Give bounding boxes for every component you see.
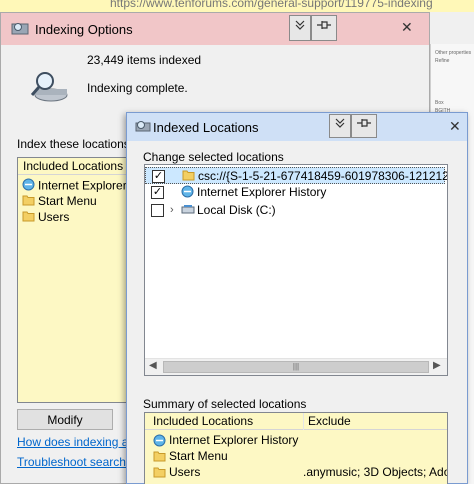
list-item[interactable]: Users [22,210,69,225]
pin-button[interactable] [311,15,337,41]
indexing-drive-icon [29,71,69,106]
list-item-label: Users [38,210,70,225]
column-header[interactable]: Exclude [303,413,351,430]
list-item-label: Start Menu [38,194,97,209]
scroll-right-icon[interactable]: ▶ [433,360,441,371]
change-locations-label: Change selected locations [143,150,284,164]
chevron-down-icon [335,118,345,128]
summary-exclude: .anymusic; 3D Objects; Adobe... [303,465,447,479]
tree-item-label: csc://{S-1-5-21-677418459-601978306-1212… [198,169,448,183]
indexed-locations-titlebar[interactable]: Indexed Locations ✕ [127,113,467,141]
tree-item[interactable]: ✓ csc://{S-1-5-21-677418459-601978306-12… [145,167,448,184]
list-item[interactable]: Start Menu [22,194,97,209]
summary-header: Included Locations Exclude [145,413,447,430]
ie-icon [22,178,35,195]
summary-location: Users [169,465,201,479]
close-icon[interactable]: ✕ [449,118,461,135]
folder-icon [22,210,35,226]
scroll-left-icon[interactable]: ◀ [149,360,157,371]
list-item[interactable]: Internet Explorer History [22,178,128,195]
modify-button[interactable]: Modify [17,409,113,430]
tree-item[interactable]: ✓ Internet Explorer History [145,184,445,201]
search-settings-icon [135,119,151,136]
summary-location: Start Menu [169,449,228,463]
tree-item-label: Local Disk (C:) [197,203,276,217]
indexing-status: Indexing complete. [87,81,188,95]
checkbox[interactable] [151,204,164,217]
folder-icon [153,466,166,482]
summary-label: Summary of selected locations [143,397,307,411]
drive-icon [181,203,195,220]
pin-icon [357,119,371,127]
list-item-label: Internet Explorer History [38,178,128,193]
table-row[interactable]: Internet Explorer History [145,433,447,448]
folder-icon [153,450,166,466]
column-header[interactable]: Included Locations [153,413,253,430]
indexing-options-titlebar[interactable]: Indexing Options ✕ [1,13,429,45]
pin-button[interactable] [351,114,377,138]
close-icon[interactable]: ✕ [401,19,413,36]
collapse-button[interactable] [329,114,351,138]
table-row[interactable]: Start Menu [145,449,447,464]
tree-item-label: Internet Explorer History [197,185,327,199]
summary-location: Internet Explorer History [169,433,299,447]
list-header[interactable]: Included Locations [18,158,128,175]
collapse-button[interactable] [289,15,311,41]
background-text: Refine [435,58,450,64]
included-locations-list[interactable]: Included Locations Internet Explorer His… [17,157,129,403]
chevron-right-icon[interactable]: › [170,202,174,219]
search-settings-icon [11,21,29,38]
tree-item[interactable]: › Local Disk (C:) [145,202,445,219]
background-browser-strip: https://www.tenforums.com/general-suppor… [0,0,474,12]
folder-icon [22,194,35,210]
ie-icon [181,185,194,203]
chevron-down-icon [295,20,305,30]
items-indexed-count: 23,449 items indexed [87,53,202,67]
background-text: Other properties [435,50,472,56]
table-row[interactable]: Users .anymusic; 3D Objects; Adobe... [145,465,447,480]
index-locations-label: Index these locations: [17,137,134,151]
scroll-thumb[interactable]: ||| [163,361,429,373]
horizontal-scrollbar[interactable]: ◀ ||| ▶ [145,358,447,375]
locations-tree[interactable]: ✓ csc://{S-1-5-21-677418459-601978306-12… [144,164,448,376]
dialog-title: Indexed Locations [153,120,259,135]
checkbox[interactable]: ✓ [151,186,164,199]
background-text: Box [435,100,444,106]
summary-table[interactable]: Included Locations Exclude Internet Expl… [144,412,448,484]
pin-icon [317,21,331,29]
indexed-locations-dialog: Indexed Locations ✕ Change selected loca… [126,112,468,484]
checkbox[interactable]: ✓ [152,170,165,183]
background-url-text: https://www.tenforums.com/general-suppor… [110,0,433,10]
window-title: Indexing Options [35,22,133,37]
